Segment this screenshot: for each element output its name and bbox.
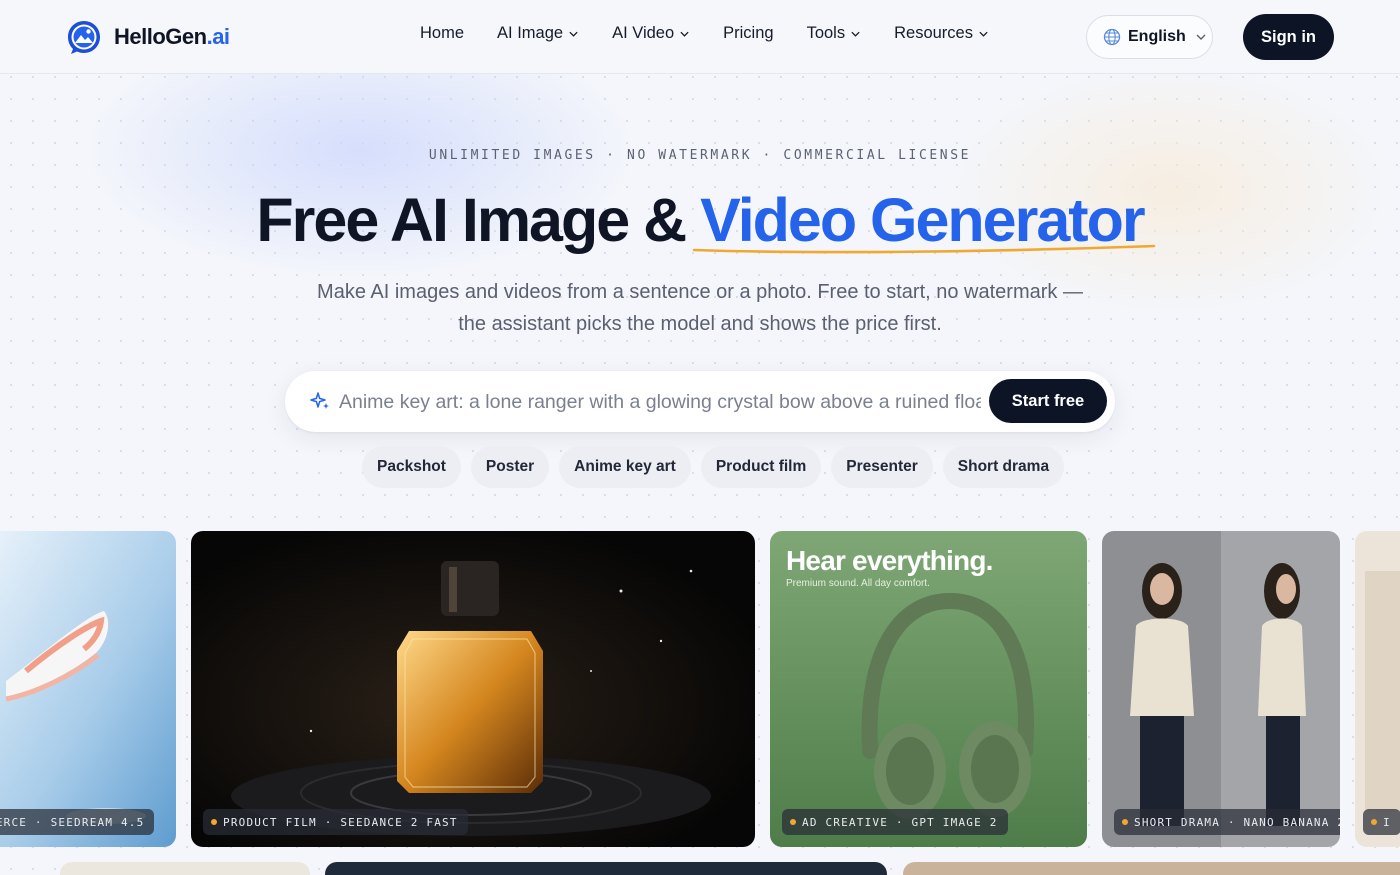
- tag-dot: [1371, 819, 1377, 825]
- chip-presenter[interactable]: Presenter: [831, 446, 933, 488]
- sign-in-button[interactable]: Sign in: [1243, 14, 1334, 60]
- sparkle-icon: [310, 392, 329, 409]
- nav-item-tools[interactable]: Tools: [807, 24, 862, 43]
- gallery-card-perfume[interactable]: PRODUCT FILM · SEEDANCE 2 FAST: [191, 531, 755, 847]
- gallery-tag: AD CREATIVE · GPT IMAGE 2: [782, 809, 1008, 835]
- hero-kicker: UNLIMITED IMAGES · NO WATERMARK · COMMER…: [428, 148, 972, 163]
- gallery-card-row2-b[interactable]: [325, 862, 887, 875]
- prompt-input[interactable]: [339, 385, 981, 419]
- hero-subtitle: Make AI images and videos from a sentenc…: [317, 281, 1083, 335]
- chip-packshot[interactable]: Packshot: [362, 446, 461, 488]
- gallery-card-presenter[interactable]: SHORT DRAMA · NANO BANANA 2: [1102, 531, 1340, 847]
- ad-subline: Premium sound. All day comfort.: [786, 578, 930, 589]
- tag-dot: [1122, 819, 1128, 825]
- language-label: English: [1128, 28, 1186, 45]
- interior-image: [1355, 531, 1400, 847]
- tag-dot: [790, 819, 796, 825]
- chip-product-film[interactable]: Product film: [700, 446, 822, 488]
- chevron-down-icon: [680, 31, 689, 37]
- sneaker-image: [0, 531, 176, 847]
- globe-icon: [1103, 28, 1121, 46]
- main-nav: Home AI Image AI Video Pricing Tools Res…: [420, 24, 1022, 43]
- gallery-tag: I: [1363, 809, 1400, 835]
- gallery-tag: PRODUCT FILM · SEEDANCE 2 FAST: [203, 809, 468, 835]
- gallery-card-sneaker[interactable]: MERCE · SEEDREAM 4.5: [0, 531, 176, 847]
- model-turnaround-image: [1102, 531, 1340, 847]
- chevron-down-icon: [1196, 34, 1206, 40]
- gallery-card-row2-a[interactable]: [60, 862, 310, 875]
- gallery-card-headphones[interactable]: Hear everything. Premium sound. All day …: [770, 531, 1087, 847]
- chevron-down-icon: [851, 31, 860, 37]
- ad-headline: Hear everything.: [786, 545, 993, 576]
- gallery-card-row2-c[interactable]: [903, 862, 1400, 875]
- title-underline: [692, 244, 1156, 254]
- gallery-card-partial[interactable]: I: [1355, 531, 1400, 847]
- gallery-tag: MERCE · SEEDREAM 4.5: [0, 809, 155, 835]
- nav-item-resources[interactable]: Resources: [894, 24, 989, 43]
- brand[interactable]: HelloGen.ai: [66, 19, 230, 55]
- chevron-down-icon: [569, 31, 578, 37]
- start-free-button[interactable]: Start free: [989, 379, 1107, 423]
- prompt-box: Start free: [285, 371, 1115, 432]
- nav-item-ai-image[interactable]: AI Image: [497, 24, 579, 43]
- nav-item-home[interactable]: Home: [420, 24, 464, 43]
- gallery-tag: SHORT DRAMA · NANO BANANA 2: [1114, 809, 1340, 835]
- perfume-bottle-image: [191, 531, 755, 847]
- site-header: HelloGen.ai Home AI Image AI Video Prici…: [0, 0, 1400, 74]
- language-selector[interactable]: English: [1086, 15, 1213, 59]
- image-bubble-icon: [68, 21, 100, 54]
- nav-item-ai-video[interactable]: AI Video: [612, 24, 690, 43]
- chip-poster[interactable]: Poster: [470, 446, 550, 488]
- chip-anime-key-art[interactable]: Anime key art: [559, 446, 691, 488]
- chevron-down-icon: [979, 31, 988, 37]
- chip-short-drama[interactable]: Short drama: [942, 446, 1065, 488]
- tag-dot: [211, 819, 217, 825]
- brand-name: HelloGen.ai: [114, 24, 230, 49]
- preset-chips: Packshot Poster Anime key art Product fi…: [362, 446, 1065, 488]
- nav-item-pricing[interactable]: Pricing: [723, 24, 773, 43]
